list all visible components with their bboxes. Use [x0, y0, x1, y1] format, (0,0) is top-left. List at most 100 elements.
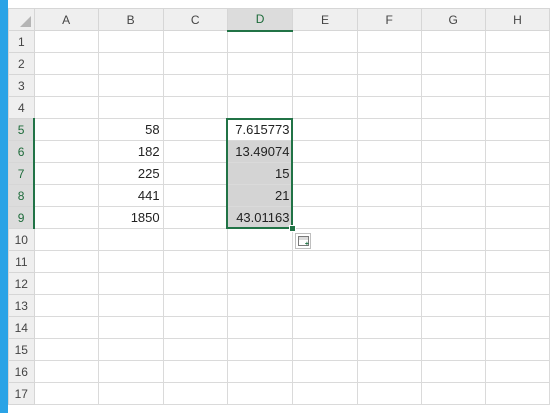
row-header-17[interactable]: 17 — [8, 382, 35, 405]
row-header-13[interactable]: 13 — [8, 294, 35, 317]
cell-f6[interactable] — [357, 140, 422, 163]
cell-b6[interactable]: 182 — [98, 140, 164, 163]
cell-a13[interactable] — [34, 294, 99, 317]
cell-f14[interactable] — [357, 316, 422, 339]
cell-e6[interactable] — [292, 140, 358, 163]
cell-h4[interactable] — [485, 96, 550, 119]
cell-d4[interactable] — [227, 96, 294, 119]
cell-a11[interactable] — [34, 250, 99, 273]
cell-d12[interactable] — [227, 272, 294, 295]
cell-b16[interactable] — [98, 360, 164, 383]
row-header-6[interactable]: 6 — [8, 140, 36, 163]
cell-f10[interactable] — [357, 228, 422, 251]
quick-analysis-button[interactable]: + — [294, 232, 311, 249]
cell-g8[interactable] — [421, 184, 486, 207]
row-header-16[interactable]: 16 — [8, 360, 35, 383]
cell-f5[interactable] — [357, 118, 422, 141]
cell-b3[interactable] — [98, 74, 164, 97]
cell-e2[interactable] — [292, 52, 358, 75]
cell-h1[interactable] — [485, 30, 550, 53]
cell-e12[interactable] — [292, 272, 358, 295]
cell-g1[interactable] — [421, 30, 486, 53]
cell-c9[interactable] — [163, 206, 228, 229]
cell-e9[interactable] — [292, 206, 358, 229]
cell-b12[interactable] — [98, 272, 164, 295]
cell-e7[interactable] — [292, 162, 358, 185]
cell-a7[interactable] — [34, 162, 99, 185]
cell-g5[interactable] — [421, 118, 486, 141]
cell-d13[interactable] — [227, 294, 294, 317]
cell-h6[interactable] — [485, 140, 550, 163]
cell-e14[interactable] — [292, 316, 358, 339]
cell-e17[interactable] — [292, 382, 358, 405]
cell-b4[interactable] — [98, 96, 164, 119]
row-header-3[interactable]: 3 — [8, 74, 35, 97]
cell-f8[interactable] — [357, 184, 422, 207]
row-header-1[interactable]: 1 — [8, 30, 35, 53]
cell-a3[interactable] — [34, 74, 99, 97]
cell-b10[interactable] — [98, 228, 164, 251]
cell-c4[interactable] — [163, 96, 228, 119]
cell-g12[interactable] — [421, 272, 486, 295]
cell-c1[interactable] — [163, 30, 228, 53]
cell-h2[interactable] — [485, 52, 550, 75]
cell-d1[interactable] — [227, 30, 294, 53]
cell-b14[interactable] — [98, 316, 164, 339]
cell-g15[interactable] — [421, 338, 486, 361]
cell-c8[interactable] — [163, 184, 228, 207]
cell-d9[interactable]: 43.01163 — [227, 206, 294, 229]
cell-c14[interactable] — [163, 316, 228, 339]
column-header-f[interactable]: F — [356, 8, 422, 31]
column-header-h[interactable]: H — [484, 8, 550, 31]
cell-e8[interactable] — [292, 184, 358, 207]
cell-g13[interactable] — [421, 294, 486, 317]
row-header-5[interactable]: 5 — [8, 118, 36, 141]
cell-g17[interactable] — [421, 382, 486, 405]
cell-b11[interactable] — [98, 250, 164, 273]
cell-d16[interactable] — [227, 360, 294, 383]
cell-g16[interactable] — [421, 360, 486, 383]
cell-f16[interactable] — [357, 360, 422, 383]
cell-b17[interactable] — [98, 382, 164, 405]
cell-h8[interactable] — [485, 184, 550, 207]
cell-a8[interactable] — [34, 184, 99, 207]
cell-c13[interactable] — [163, 294, 228, 317]
row-header-12[interactable]: 12 — [8, 272, 35, 295]
cell-g4[interactable] — [421, 96, 486, 119]
cell-h10[interactable] — [485, 228, 550, 251]
cell-e4[interactable] — [292, 96, 358, 119]
cell-d6[interactable]: 13.49074 — [227, 140, 294, 163]
cell-a4[interactable] — [34, 96, 99, 119]
cell-a6[interactable] — [34, 140, 99, 163]
cell-e3[interactable] — [292, 74, 358, 97]
cell-b9[interactable]: 1850 — [98, 206, 164, 229]
cell-a5[interactable] — [34, 118, 99, 141]
column-header-e[interactable]: E — [292, 8, 358, 31]
cell-c10[interactable] — [163, 228, 228, 251]
cell-h5[interactable] — [485, 118, 550, 141]
cell-a16[interactable] — [34, 360, 99, 383]
cell-f17[interactable] — [357, 382, 422, 405]
column-header-b[interactable]: B — [97, 8, 164, 31]
cell-a15[interactable] — [34, 338, 99, 361]
cell-b1[interactable] — [98, 30, 164, 53]
row-header-14[interactable]: 14 — [8, 316, 35, 339]
cell-h17[interactable] — [485, 382, 550, 405]
row-header-15[interactable]: 15 — [8, 338, 35, 361]
cell-a17[interactable] — [34, 382, 99, 405]
cell-h11[interactable] — [485, 250, 550, 273]
cell-a12[interactable] — [34, 272, 99, 295]
cell-f11[interactable] — [357, 250, 422, 273]
cell-d2[interactable] — [227, 52, 294, 75]
cell-c12[interactable] — [163, 272, 228, 295]
cell-b7[interactable]: 225 — [98, 162, 164, 185]
cell-h16[interactable] — [485, 360, 550, 383]
cell-g11[interactable] — [421, 250, 486, 273]
cell-h9[interactable] — [485, 206, 550, 229]
cell-e11[interactable] — [292, 250, 358, 273]
cell-f2[interactable] — [357, 52, 422, 75]
cell-f13[interactable] — [357, 294, 422, 317]
row-header-9[interactable]: 9 — [8, 206, 36, 229]
cell-f4[interactable] — [357, 96, 422, 119]
cell-c3[interactable] — [163, 74, 228, 97]
